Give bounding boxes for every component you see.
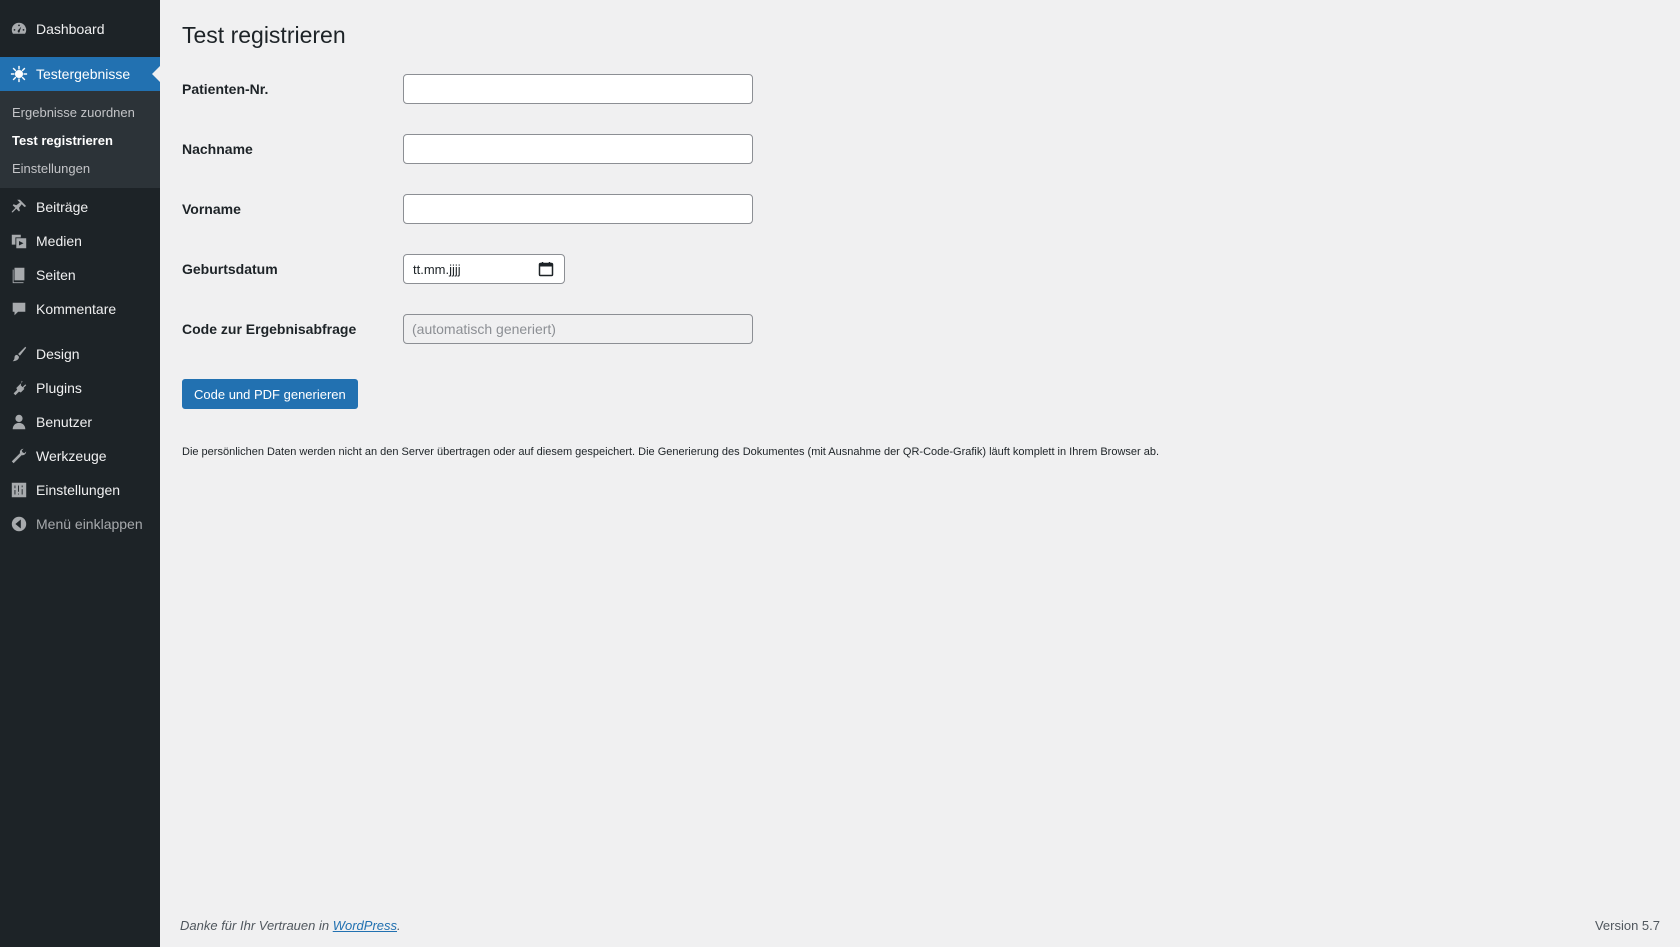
user-icon bbox=[10, 413, 28, 431]
geburtsdatum-label: Geburtsdatum bbox=[182, 261, 278, 277]
plugin-icon bbox=[10, 379, 28, 397]
sidebar-item-label: Einstellungen bbox=[36, 482, 121, 498]
collapse-menu-button[interactable]: Menü einklappen bbox=[0, 507, 160, 541]
form-row-geburtsdatum: Geburtsdatum tt.mm.jjjj bbox=[182, 254, 565, 284]
form-row-patient-nr: Patienten-Nr. bbox=[182, 74, 753, 104]
date-placeholder: tt.mm.jjjj bbox=[413, 261, 461, 277]
pages-icon bbox=[10, 266, 28, 284]
submenu-item-ergebnisse-zuordnen[interactable]: Ergebnisse zuordnen bbox=[0, 98, 160, 126]
submenu-item-einstellungen[interactable]: Einstellungen bbox=[0, 154, 160, 182]
form-row-code: Code zur Ergebnisabfrage (automatisch ge… bbox=[182, 314, 753, 344]
nachname-input[interactable] bbox=[403, 134, 753, 164]
submenu-item-test-registrieren[interactable]: Test registrieren bbox=[0, 126, 160, 154]
pin-icon bbox=[10, 198, 28, 216]
sidebar-item-medien[interactable]: Medien bbox=[0, 224, 160, 258]
sidebar-item-label: Plugins bbox=[36, 380, 82, 396]
virus-icon bbox=[10, 65, 28, 83]
sidebar-item-plugins[interactable]: Plugins bbox=[0, 371, 160, 405]
sidebar-item-kommentare[interactable]: Kommentare bbox=[0, 292, 160, 326]
sidebar-item-label: Seiten bbox=[36, 267, 76, 283]
footer-thanks: Danke für Ihr Vertrauen in WordPress. bbox=[180, 918, 401, 933]
sidebar-item-beitraege[interactable]: Beiträge bbox=[0, 190, 160, 224]
form-row-vorname: Vorname bbox=[182, 194, 753, 224]
wordpress-link[interactable]: WordPress bbox=[333, 918, 397, 933]
code-label: Code zur Ergebnisabfrage bbox=[182, 321, 357, 337]
footer-version: Version 5.7 bbox=[1594, 918, 1660, 933]
sidebar-item-benutzer[interactable]: Benutzer bbox=[0, 405, 160, 439]
footer-thanks-text: Danke für Ihr Vertrauen in bbox=[180, 918, 333, 933]
collapse-arrow-icon bbox=[10, 515, 28, 533]
privacy-note: Die persönlichen Daten werden nicht an d… bbox=[182, 446, 1160, 458]
form-row-nachname: Nachname bbox=[182, 134, 753, 164]
comment-icon bbox=[10, 300, 28, 318]
main-content: Test registrieren Patienten-Nr. Nachname… bbox=[182, 0, 1662, 458]
sidebar-item-testergebnisse[interactable]: Testergebnisse bbox=[0, 57, 160, 91]
vorname-input[interactable] bbox=[403, 194, 753, 224]
sidebar-item-label: Dashboard bbox=[36, 21, 105, 37]
sidebar-item-einstellungen[interactable]: Einstellungen bbox=[0, 473, 160, 507]
dashboard-icon bbox=[10, 20, 28, 38]
code-readonly-field: (automatisch generiert) bbox=[403, 314, 753, 344]
menu-separator bbox=[0, 326, 160, 337]
sidebar-item-label: Medien bbox=[36, 233, 82, 249]
sidebar-item-label: Design bbox=[36, 346, 80, 362]
sidebar-item-label: Kommentare bbox=[36, 301, 117, 317]
sidebar-item-design[interactable]: Design bbox=[0, 337, 160, 371]
nachname-label: Nachname bbox=[182, 141, 253, 157]
generate-code-pdf-button[interactable]: Code und PDF generieren bbox=[182, 379, 358, 409]
settings-icon bbox=[10, 481, 28, 499]
sidebar-item-dashboard[interactable]: Dashboard bbox=[0, 12, 160, 46]
media-icon bbox=[10, 232, 28, 250]
geburtsdatum-date-input[interactable]: tt.mm.jjjj bbox=[403, 254, 565, 284]
sidebar-item-label: Testergebnisse bbox=[36, 66, 131, 82]
wp-admin-page: Dashboard Testergebnisse Ergebnisse zuor… bbox=[0, 0, 1680, 947]
patient-nr-label: Patienten-Nr. bbox=[182, 81, 269, 97]
patient-nr-input[interactable] bbox=[403, 74, 753, 104]
page-title: Test registrieren bbox=[182, 22, 346, 48]
testergebnisse-submenu: Ergebnisse zuordnen Test registrieren Ei… bbox=[0, 91, 160, 188]
sidebar-item-label: Werkzeuge bbox=[36, 448, 107, 464]
sidebar-item-label: Benutzer bbox=[36, 414, 93, 430]
sidebar-item-werkzeuge[interactable]: Werkzeuge bbox=[0, 439, 160, 473]
wrench-icon bbox=[10, 447, 28, 465]
sidebar-item-label: Beiträge bbox=[36, 199, 89, 215]
brush-icon bbox=[10, 345, 28, 363]
admin-sidebar: Dashboard Testergebnisse Ergebnisse zuor… bbox=[0, 0, 160, 947]
collapse-menu-label: Menü einklappen bbox=[36, 516, 143, 532]
calendar-icon[interactable] bbox=[538, 261, 554, 277]
sidebar-item-seiten[interactable]: Seiten bbox=[0, 258, 160, 292]
footer-thanks-suffix: . bbox=[397, 918, 401, 933]
vorname-label: Vorname bbox=[182, 201, 241, 217]
